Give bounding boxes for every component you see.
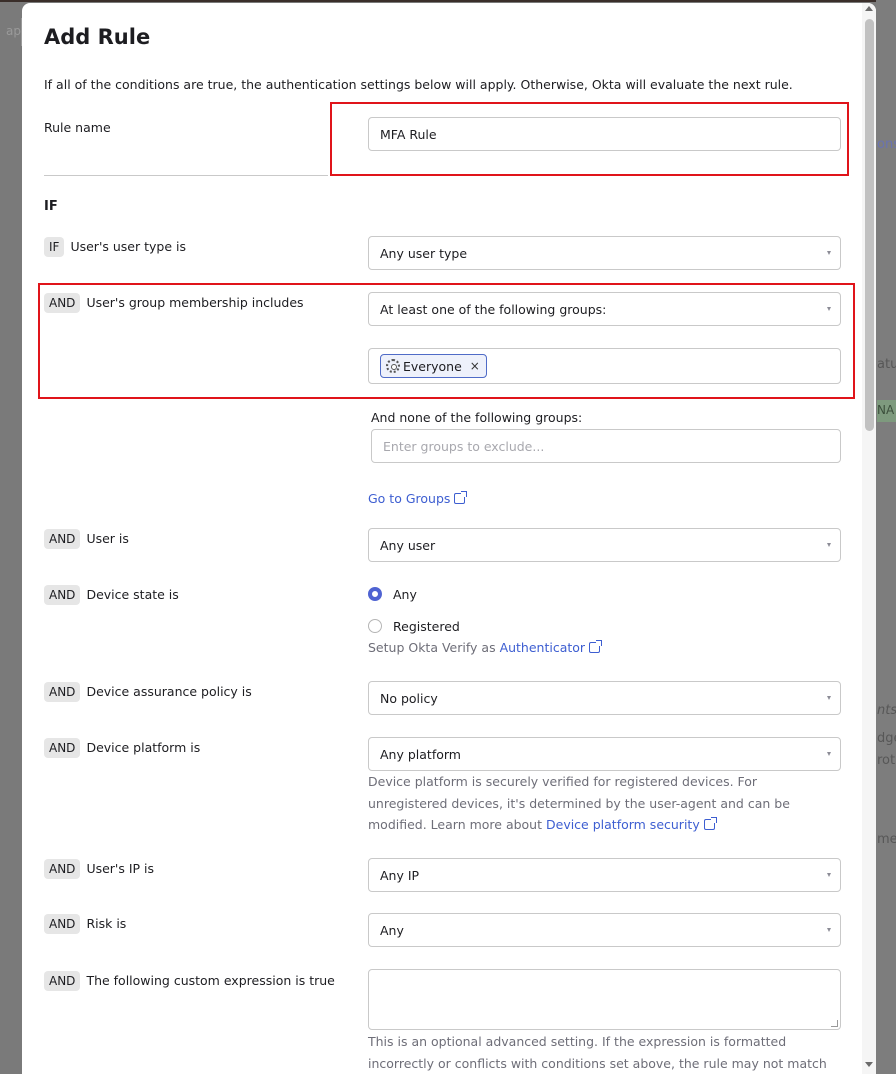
authenticator-link[interactable]: Authenticator [500, 640, 586, 655]
condition-device-assurance: AND Device assurance policy is [44, 682, 252, 702]
rule-name-label: Rule name [44, 120, 111, 135]
chevron-down-icon [827, 696, 831, 700]
external-link-icon [454, 491, 468, 504]
external-link-icon [703, 817, 717, 830]
select-value: No policy [380, 690, 438, 706]
select-value: Any IP [380, 867, 420, 883]
device-state-any-label[interactable]: Any [393, 587, 417, 602]
condition-risk: AND Risk is [44, 914, 126, 934]
highlight-box-group-membership [38, 283, 855, 399]
exclude-groups-label: And none of the following groups: [371, 410, 583, 425]
condition-device-state: AND Device state is [44, 585, 179, 605]
scroll-down-arrow-icon[interactable] [865, 1062, 873, 1067]
select-value: Any platform [380, 746, 461, 762]
device-state-any-radio[interactable] [368, 587, 382, 601]
background-top-bar [0, 0, 896, 2]
exclude-groups-placeholder: Enter groups to exclude... [383, 438, 545, 454]
go-to-groups-text[interactable]: Go to Groups [368, 491, 450, 506]
if-chip: IF [44, 237, 65, 257]
okta-verify-setup-text: Setup Okta Verify as Authenticator [368, 637, 838, 659]
and-chip: AND [44, 859, 81, 879]
background-status-badge: NA [877, 400, 896, 422]
and-chip: AND [44, 682, 81, 702]
condition-label: Device state is [86, 587, 179, 602]
background-text: atu [877, 357, 896, 372]
and-chip: AND [44, 738, 81, 758]
user-type-select[interactable]: Any user type [368, 236, 841, 270]
condition-user-is: AND User is [44, 529, 129, 549]
resize-handle-icon[interactable] [831, 1020, 838, 1027]
if-heading: IF [44, 199, 58, 214]
device-platform-help: Device platform is securely verified for… [368, 771, 838, 836]
condition-label: User is [86, 531, 129, 546]
and-chip: AND [44, 585, 81, 605]
condition-label: User's user type is [70, 239, 186, 254]
chevron-down-icon [827, 251, 831, 255]
condition-label: Device platform is [86, 740, 201, 755]
custom-expression-help: This is an optional advanced setting. If… [368, 1034, 827, 1071]
modal-intro-text: If all of the conditions are true, the a… [44, 77, 793, 92]
device-assurance-select[interactable]: No policy [368, 681, 841, 715]
chevron-down-icon [827, 873, 831, 877]
device-state-registered-radio[interactable] [368, 619, 382, 633]
device-platform-select[interactable]: Any platform [368, 737, 841, 771]
condition-user-ip: AND User's IP is [44, 859, 154, 879]
and-chip: AND [44, 971, 81, 991]
and-chip: AND [44, 914, 81, 934]
user-ip-select[interactable]: Any IP [368, 858, 841, 892]
scrollbar-thumb[interactable] [865, 19, 874, 431]
modal-title: Add Rule [44, 25, 151, 49]
background-text: nts [877, 703, 896, 718]
background-text: rot [877, 753, 896, 768]
custom-expression-textarea[interactable] [368, 969, 841, 1030]
condition-label: User's IP is [86, 861, 155, 876]
background-search-input: ap [0, 18, 22, 46]
device-state-registered-label[interactable]: Registered [393, 619, 460, 634]
select-value: Any user type [380, 245, 468, 261]
background-text: dge [877, 731, 896, 746]
condition-label: Risk is [86, 916, 127, 931]
condition-device-platform: AND Device platform is [44, 738, 200, 758]
select-value: Any user [380, 537, 436, 553]
chevron-down-icon [827, 752, 831, 756]
scroll-up-arrow-icon[interactable] [865, 6, 873, 11]
external-link-icon [589, 640, 603, 653]
highlight-box-rule-name [330, 102, 849, 176]
setup-text: Setup Okta Verify as [368, 640, 496, 655]
chevron-down-icon [827, 928, 831, 932]
background-text: me [877, 832, 896, 847]
and-chip: AND [44, 529, 81, 549]
exclude-groups-input[interactable]: Enter groups to exclude... [371, 429, 841, 463]
section-divider [44, 175, 328, 176]
condition-user-type: IF User's user type is [44, 237, 186, 257]
chevron-down-icon [827, 543, 831, 547]
condition-label: The following custom expression is true [86, 973, 335, 988]
go-to-groups-link[interactable]: Go to Groups [368, 488, 468, 507]
add-rule-modal: Add Rule If all of the conditions are tr… [22, 3, 876, 1074]
device-platform-security-link[interactable]: Device platform security [546, 817, 700, 832]
select-value: Any [380, 922, 404, 938]
user-is-select[interactable]: Any user [368, 528, 841, 562]
background-right-panel [876, 0, 896, 1074]
background-text: ons [877, 137, 896, 152]
condition-label: Device assurance policy is [86, 684, 252, 699]
condition-custom-expression: AND The following custom expression is tr… [44, 971, 335, 991]
risk-select[interactable]: Any [368, 913, 841, 947]
